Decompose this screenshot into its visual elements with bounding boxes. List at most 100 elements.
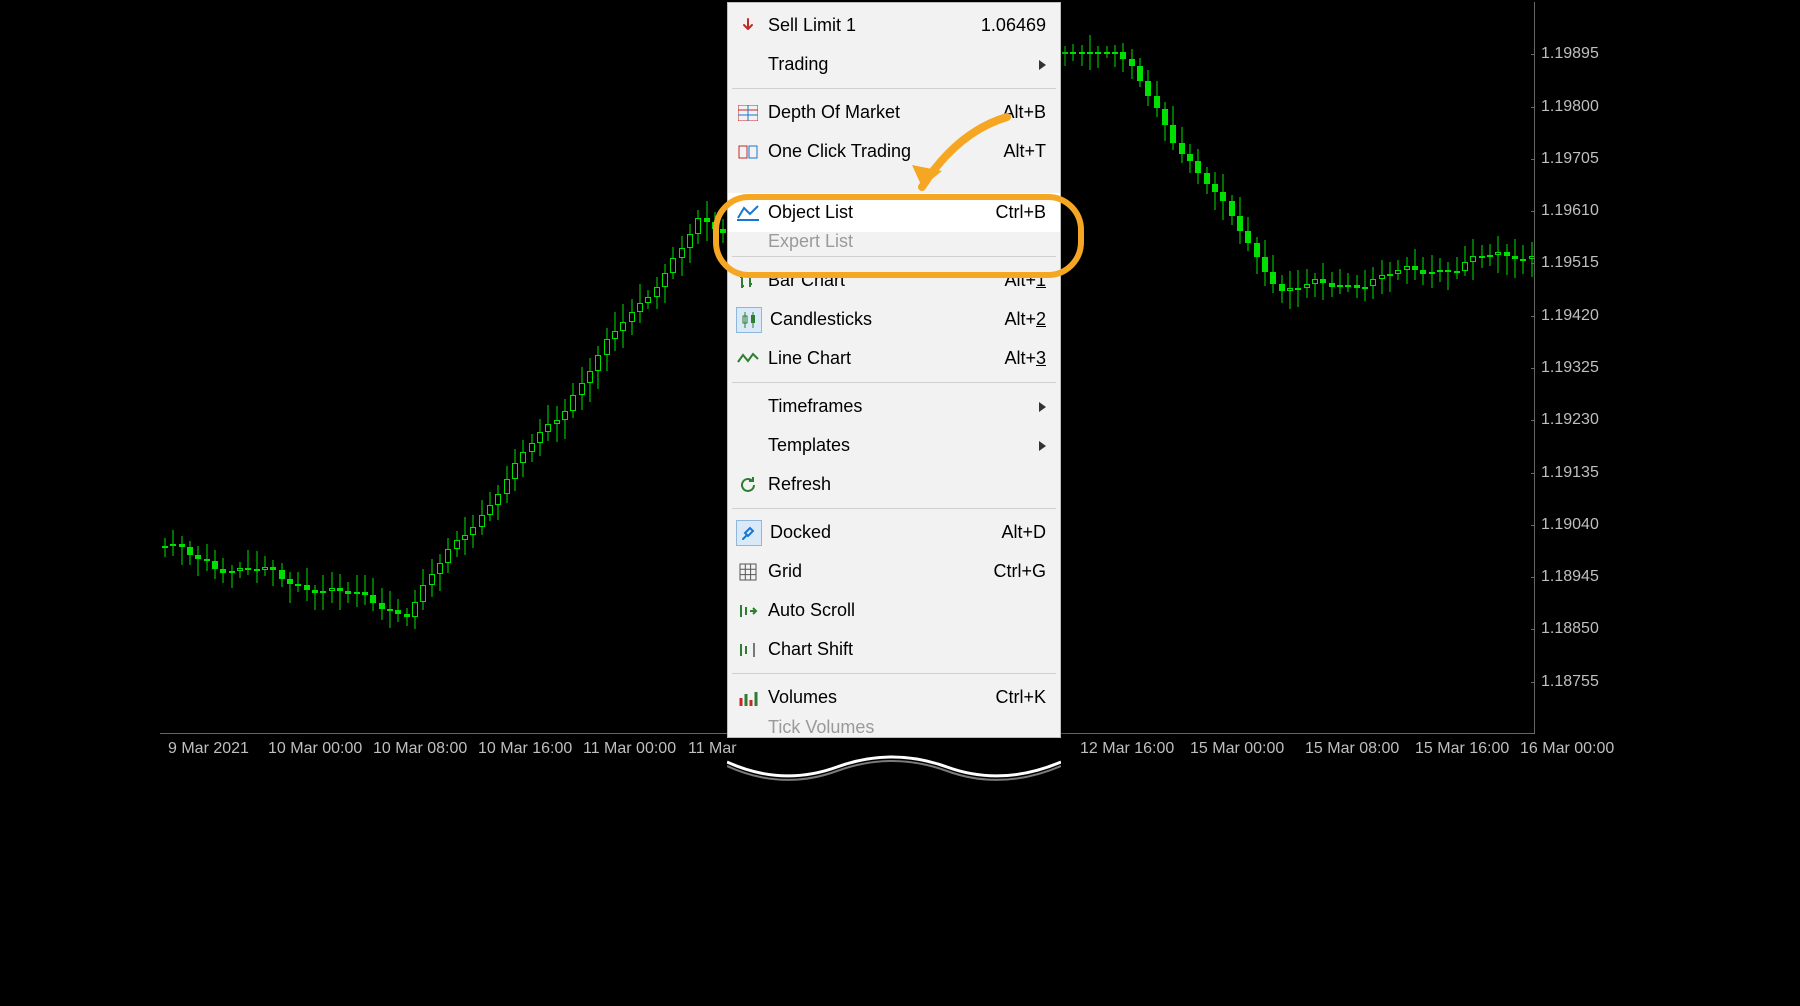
price-tick-label: 1.19135	[1541, 464, 1599, 482]
menu-candlesticks[interactable]: Candlesticks Alt+2	[728, 300, 1060, 339]
grid-icon	[736, 560, 760, 584]
blank-icon	[736, 53, 760, 77]
menu-bar-chart[interactable]: Bar Chart Alt+1	[728, 261, 1060, 300]
bar-chart-icon	[736, 269, 760, 293]
menu-depth-of-market[interactable]: Depth Of Market Alt+B	[728, 93, 1060, 132]
price-tick-label: 1.18945	[1541, 568, 1599, 586]
menu-label: Object List	[768, 202, 995, 223]
submenu-arrow-icon	[1039, 60, 1046, 70]
menu-label: Volumes	[768, 687, 995, 708]
menu-volumes[interactable]: Volumes Ctrl+K	[728, 678, 1060, 717]
menu-line-chart[interactable]: Line Chart Alt+3	[728, 339, 1060, 378]
price-tick-label: 1.19800	[1541, 98, 1599, 116]
menu-shortcut: Alt+T	[1003, 141, 1046, 162]
price-tick-label: 1.19705	[1541, 150, 1599, 168]
time-tick-label: 10 Mar 08:00	[373, 740, 467, 758]
menu-separator	[732, 256, 1056, 257]
menu-expert-list[interactable]: Expert List	[728, 232, 1060, 252]
object-list-icon	[736, 201, 760, 225]
menu-label: Candlesticks	[770, 309, 1004, 330]
menu-label: Refresh	[768, 474, 1046, 495]
depth-icon	[736, 101, 760, 125]
menu-trading[interactable]: Trading	[728, 45, 1060, 84]
time-tick-label: 16 Mar 00:00	[1520, 740, 1614, 758]
menu-refresh[interactable]: Refresh	[728, 465, 1060, 504]
menu-shortcut: Alt+1	[1004, 270, 1046, 291]
volumes-icon	[736, 686, 760, 710]
menu-label: Auto Scroll	[768, 600, 1046, 621]
chart-context-menu: Sell Limit 1 1.06469 Trading Depth Of Ma…	[727, 2, 1061, 738]
time-tick-label: 15 Mar 00:00	[1190, 740, 1284, 758]
menu-object-list[interactable]: Object List Ctrl+B	[728, 193, 1060, 232]
candlestick-icon	[736, 307, 762, 333]
menu-label: Expert List	[768, 232, 1046, 252]
menu-label: Sell Limit 1	[768, 15, 981, 36]
menu-separator	[732, 88, 1056, 89]
menu-label: Chart Shift	[768, 639, 1046, 660]
line-chart-icon	[736, 347, 760, 371]
price-tick-label: 1.18850	[1541, 620, 1599, 638]
menu-one-click-trading[interactable]: One Click Trading Alt+T	[728, 132, 1060, 171]
menu-separator	[732, 673, 1056, 674]
time-tick-label: 11 Mar 00:00	[583, 740, 676, 758]
price-tick-label: 1.19040	[1541, 516, 1599, 534]
menu-label: Depth Of Market	[768, 102, 1002, 123]
menu-price: 1.06469	[981, 15, 1046, 36]
menu-shortcut: Alt+2	[1004, 309, 1046, 330]
menu-separator	[732, 508, 1056, 509]
menu-shortcut: Alt+B	[1002, 102, 1046, 123]
menu-separator	[732, 382, 1056, 383]
menu-shortcut: Alt+3	[1004, 348, 1046, 369]
menu-templates[interactable]: Templates	[728, 426, 1060, 465]
pin-icon	[736, 520, 762, 546]
price-tick-label: 1.19610	[1541, 202, 1599, 220]
menu-label: Trading	[768, 54, 1039, 75]
menu-label: Templates	[768, 435, 1039, 456]
chart-shift-icon	[736, 638, 760, 662]
menu-shortcut: Ctrl+K	[995, 687, 1046, 708]
price-tick-label: 1.19515	[1541, 254, 1599, 272]
menu-hidden-top	[728, 171, 1060, 193]
price-tick-label: 1.19325	[1541, 359, 1599, 377]
submenu-arrow-icon	[1039, 441, 1046, 451]
price-tick-label: 1.19895	[1541, 45, 1599, 63]
menu-label: Timeframes	[768, 396, 1039, 417]
menu-label: Line Chart	[768, 348, 1004, 369]
menu-chart-shift[interactable]: Chart Shift	[728, 630, 1060, 669]
blank-icon	[736, 232, 760, 252]
time-tick-label: 10 Mar 00:00	[268, 740, 362, 758]
down-arrow-icon	[736, 14, 760, 38]
menu-label: Bar Chart	[768, 270, 1004, 291]
menu-shortcut: Ctrl+G	[993, 561, 1046, 582]
price-tick-label: 1.18755	[1541, 673, 1599, 691]
blank-icon	[736, 395, 760, 419]
menu-shortcut: Ctrl+B	[995, 202, 1046, 223]
price-axis: 1.19895 1.19800 1.19705 1.19610 1.19515 1.194…	[1534, 2, 1640, 734]
menu-sell-limit[interactable]: Sell Limit 1 1.06469	[728, 6, 1060, 45]
price-tick-label: 1.19230	[1541, 411, 1599, 429]
time-tick-label: 15 Mar 08:00	[1305, 740, 1399, 758]
time-tick-label: 11 Mar	[688, 740, 737, 758]
menu-shortcut: Alt+D	[1001, 522, 1046, 543]
blank-icon	[736, 717, 760, 737]
time-axis: 9 Mar 202110 Mar 00:0010 Mar 08:0010 Mar…	[160, 733, 1535, 788]
time-tick-label: 9 Mar 2021	[168, 740, 249, 758]
menu-grid[interactable]: Grid Ctrl+G	[728, 552, 1060, 591]
submenu-arrow-icon	[1039, 402, 1046, 412]
price-tick-label: 1.19420	[1541, 307, 1599, 325]
menu-label: Docked	[770, 522, 1001, 543]
refresh-icon	[736, 473, 760, 497]
time-tick-label: 15 Mar 16:00	[1415, 740, 1509, 758]
menu-label: One Click Trading	[768, 141, 1003, 162]
menu-docked[interactable]: Docked Alt+D	[728, 513, 1060, 552]
menu-auto-scroll[interactable]: Auto Scroll	[728, 591, 1060, 630]
auto-scroll-icon	[736, 599, 760, 623]
menu-label: Tick Volumes	[768, 717, 1046, 737]
menu-label: Grid	[768, 561, 993, 582]
blank-icon	[736, 434, 760, 458]
time-tick-label: 12 Mar 16:00	[1080, 740, 1174, 758]
menu-timeframes[interactable]: Timeframes	[728, 387, 1060, 426]
menu-tick-volumes[interactable]: Tick Volumes	[728, 717, 1060, 737]
app-window: 1.19895 1.19800 1.19705 1.19610 1.19515 1.194…	[158, 0, 1642, 790]
blank-icon	[736, 171, 760, 193]
